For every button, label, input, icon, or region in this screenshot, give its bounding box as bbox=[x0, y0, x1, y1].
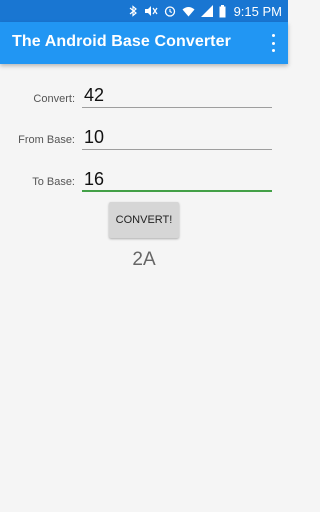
wifi-icon bbox=[182, 6, 195, 16]
status-time: 9:15 PM bbox=[233, 3, 282, 19]
overflow-menu-icon[interactable] bbox=[268, 34, 278, 52]
from-base-input[interactable]: 10 bbox=[82, 126, 272, 150]
bluetooth-icon bbox=[129, 5, 137, 17]
convert-label: Convert: bbox=[33, 93, 75, 105]
app-bar: The Android Base Converter bbox=[0, 22, 288, 64]
from-base-label: From Base: bbox=[18, 134, 75, 146]
result-text: 2A bbox=[132, 249, 156, 270]
to-base-input[interactable]: 16 bbox=[82, 168, 272, 192]
status-bar: 9:15 PM bbox=[0, 0, 288, 22]
status-icons: 9:15 PM bbox=[129, 2, 282, 20]
app-title: The Android Base Converter bbox=[12, 33, 231, 50]
to-base-label: To Base: bbox=[32, 176, 75, 188]
convert-button[interactable]: CONVERT! bbox=[109, 202, 179, 238]
mute-icon bbox=[144, 6, 158, 16]
alarm-icon bbox=[164, 6, 175, 17]
signal-icon bbox=[200, 5, 213, 17]
convert-input[interactable]: 42 bbox=[82, 84, 272, 108]
battery-icon bbox=[219, 4, 226, 17]
